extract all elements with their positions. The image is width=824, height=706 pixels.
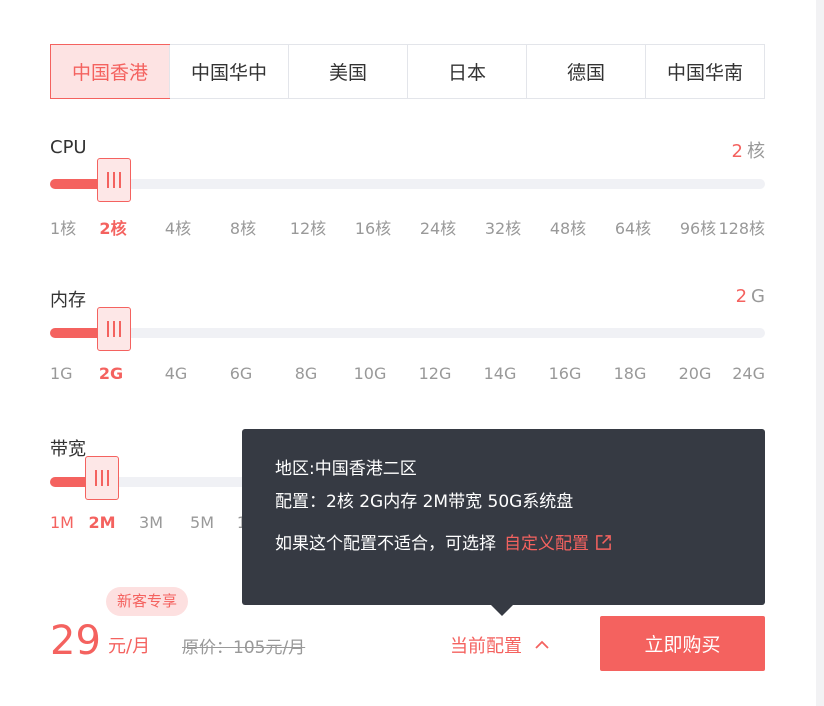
custom-config-link[interactable]: 自定义配置 (504, 534, 612, 554)
cpu-value-number: 2 (731, 141, 743, 162)
cpu-tick[interactable]: 4核 (165, 215, 191, 239)
memory-tick[interactable]: 10G (354, 364, 387, 383)
tooltip-config: 配置：2核 2G内存 2M带宽 50G系统盘 (275, 492, 574, 512)
memory-value-unit: G (751, 286, 765, 307)
scrollbar-track[interactable] (816, 0, 824, 706)
chevron-up-icon (535, 640, 549, 649)
cpu-tick[interactable]: 8核 (230, 215, 256, 239)
memory-tick[interactable]: 18G (614, 364, 647, 383)
memory-tick[interactable]: 4G (165, 364, 188, 383)
memory-value-number: 2 (735, 286, 748, 307)
bandwidth-title: 带宽 (50, 439, 86, 460)
cpu-section: CPU 2核 1核 2核 4核 8核 12核 16核 24核 32核 48核 64核 96核 128核 (50, 137, 765, 247)
memory-title: 内存 (50, 290, 86, 311)
config-tooltip: 地区:中国香港二区 配置：2核 2G内存 2M带宽 50G系统盘 如果这个配置不… (242, 429, 765, 605)
cpu-tick[interactable]: 12核 (290, 215, 326, 239)
region-tab-4[interactable]: 德国 (526, 45, 645, 98)
cpu-title: CPU (50, 137, 87, 158)
cpu-tick[interactable]: 32核 (485, 215, 521, 239)
memory-tick[interactable]: 12G (419, 364, 452, 383)
region-tab-0[interactable]: 中国香港 (50, 44, 170, 99)
memory-tick[interactable]: 8G (295, 364, 318, 383)
memory-slider-handle[interactable] (97, 307, 131, 351)
price-value: 29 (50, 618, 101, 664)
custom-config-link-label: 自定义配置 (504, 534, 589, 554)
current-config-toggle[interactable]: 当前配置 (450, 632, 550, 658)
tooltip-region: 地区:中国香港二区 (275, 459, 417, 479)
bandwidth-slider-handle[interactable] (85, 456, 119, 500)
current-config-label: 当前配置 (450, 636, 522, 657)
memory-value: 2G (736, 286, 765, 307)
cpu-slider-track[interactable] (50, 158, 765, 202)
memory-tick[interactable]: 1G (50, 364, 73, 383)
bandwidth-tick[interactable]: 5M (190, 513, 214, 532)
region-tab-3[interactable]: 日本 (407, 45, 526, 98)
tooltip-hint: 如果这个配置不适合，可选择 自定义配置 (275, 534, 732, 554)
cpu-tick[interactable]: 96核 (680, 215, 716, 239)
memory-tick[interactable]: 6G (230, 364, 253, 383)
cpu-tick[interactable]: 24核 (420, 215, 456, 239)
memory-tick[interactable]: 14G (484, 364, 517, 383)
bandwidth-tick[interactable]: 2M (88, 513, 115, 532)
cpu-slider-handle[interactable] (97, 158, 131, 202)
cpu-ticks: 1核 2核 4核 8核 12核 16核 24核 32核 48核 64核 96核 128核 (50, 215, 765, 238)
memory-tick[interactable]: 24G (732, 364, 765, 383)
price-unit: 元/月 (108, 636, 151, 657)
region-tab-1[interactable]: 中国华中 (169, 45, 288, 98)
tooltip-arrow (490, 604, 514, 616)
cpu-value-unit: 核 (747, 141, 765, 162)
buy-now-button[interactable]: 立即购买 (600, 616, 765, 671)
memory-slider-track[interactable] (50, 307, 765, 351)
external-link-icon (596, 535, 611, 550)
cpu-tick[interactable]: 128核 (718, 215, 765, 239)
cpu-tick[interactable]: 2核 (99, 215, 126, 239)
cpu-tick[interactable]: 64核 (615, 215, 651, 239)
region-tab-5[interactable]: 中国华南 (645, 45, 764, 98)
tooltip-hint-text: 如果这个配置不适合，可选择 (275, 534, 496, 554)
memory-ticks: 1G 2G 4G 6G 8G 10G 12G 14G 16G 18G 20G 24G (50, 364, 765, 384)
memory-section: 内存 2G 1G 2G 4G 6G 8G 10G 12G 14G 16G 18G 20G 24G (50, 286, 765, 396)
cpu-value: 2核 (732, 137, 765, 163)
bandwidth-tick[interactable]: 1M (50, 513, 74, 532)
cpu-tick[interactable]: 1核 (50, 215, 76, 239)
cpu-tick[interactable]: 48核 (550, 215, 586, 239)
original-price: 原价：105元/月 (182, 638, 306, 658)
cpu-tick[interactable]: 16核 (355, 215, 391, 239)
region-tab-2[interactable]: 美国 (288, 45, 407, 98)
bandwidth-tick[interactable]: 3M (139, 513, 163, 532)
new-customer-badge: 新客专享 (106, 587, 189, 616)
memory-tick[interactable]: 20G (679, 364, 712, 383)
memory-tick[interactable]: 2G (99, 364, 123, 383)
region-tabs: 中国香港 中国华中 美国 日本 德国 中国华南 (50, 44, 765, 99)
memory-tick[interactable]: 16G (549, 364, 582, 383)
